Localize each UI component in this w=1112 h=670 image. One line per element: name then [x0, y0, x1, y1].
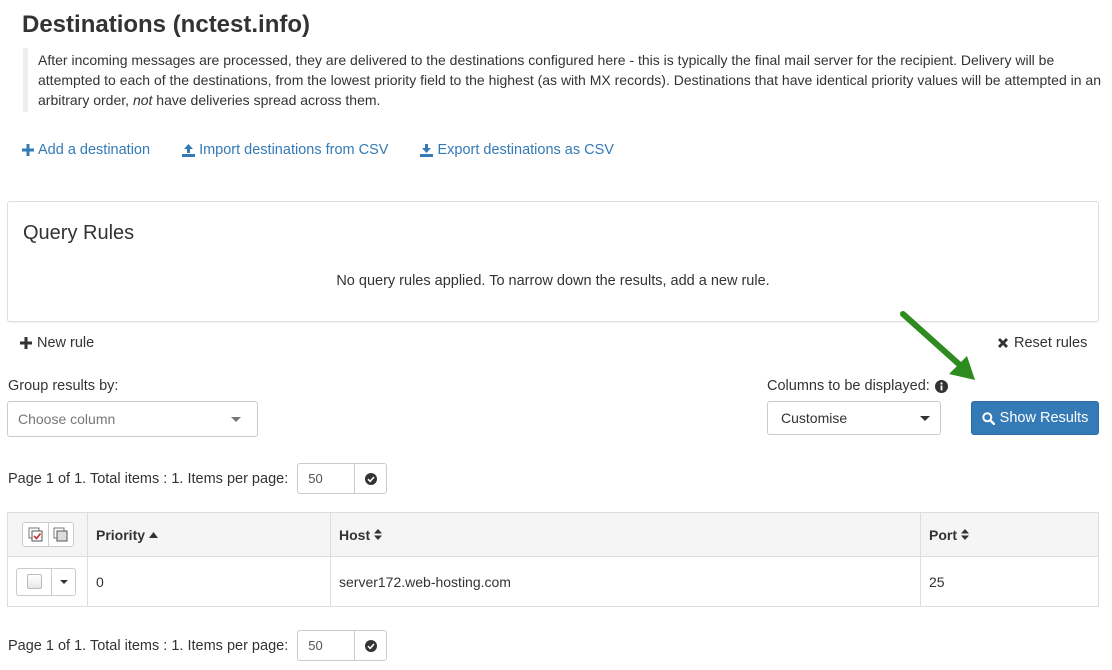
- columns-select[interactable]: Customise: [767, 401, 941, 435]
- cell-port: 25: [920, 556, 1099, 607]
- new-rule-button[interactable]: New rule: [20, 335, 94, 351]
- new-rule-label: New rule: [37, 335, 95, 351]
- export-csv-label: Export destinations as CSV: [437, 142, 614, 158]
- group-results-label: Group results by:: [8, 378, 119, 394]
- close-icon: [997, 337, 1009, 349]
- row-checkbox[interactable]: [17, 569, 51, 595]
- chevron-down-icon: [920, 415, 930, 421]
- pager-bottom: Page 1 of 1. Total items : 1. Items per …: [8, 630, 388, 661]
- annotation-arrow-icon: [900, 311, 975, 380]
- columns-displayed-label-wrap: Columns to be displayed:: [767, 378, 948, 394]
- destinations-table: Priority Host Port 0 server172.web-hosti…: [7, 512, 1099, 607]
- sort-icon: [961, 529, 969, 540]
- table-header-row: Priority Host Port: [7, 512, 1099, 557]
- row-select-control: [16, 567, 76, 596]
- intro-description: After incoming messages are processed, t…: [23, 48, 1101, 112]
- upload-icon: [182, 143, 196, 157]
- group-column-placeholder: Choose column: [18, 411, 116, 427]
- check-circle-icon: [364, 472, 377, 485]
- search-icon: [981, 411, 995, 425]
- cell-host: server172.web-hosting.com: [330, 556, 921, 607]
- column-header-port-label: Port: [929, 526, 957, 543]
- page-title: Destinations (nctest.info): [22, 11, 311, 38]
- items-per-page-apply-button[interactable]: [354, 630, 388, 661]
- intro-text-emphasis: not: [132, 92, 153, 108]
- intro-text-2: have deliveries spread across them.: [152, 92, 381, 108]
- show-results-button[interactable]: Show Results: [971, 401, 1099, 435]
- cell-priority: 0: [87, 556, 331, 607]
- column-header-port[interactable]: Port: [920, 512, 1099, 557]
- pager-top: Page 1 of 1. Total items : 1. Items per …: [8, 463, 388, 494]
- column-header-host-label: Host: [339, 526, 371, 543]
- reset-rules-label: Reset rules: [1014, 335, 1088, 351]
- column-header-host[interactable]: Host: [330, 512, 921, 557]
- query-rules-panel: Query Rules No query rules applied. To n…: [7, 201, 1099, 322]
- table-row: 0 server172.web-hosting.com 25: [7, 556, 1099, 607]
- columns-displayed-label: Columns to be displayed:: [767, 378, 930, 394]
- plus-icon: [20, 337, 32, 349]
- select-all-header: [7, 512, 88, 557]
- items-per-page-apply-button[interactable]: [354, 463, 388, 494]
- select-all-icon[interactable]: [23, 523, 48, 546]
- reset-rules-button[interactable]: Reset rules: [997, 335, 1087, 351]
- row-select-cell: [7, 556, 88, 607]
- select-none-icon[interactable]: [48, 523, 73, 546]
- check-circle-icon: [364, 639, 377, 652]
- bulk-select-group: [22, 522, 74, 547]
- items-per-page-input[interactable]: 50: [297, 463, 355, 494]
- download-icon: [420, 143, 434, 157]
- query-rules-title: Query Rules: [23, 222, 135, 244]
- add-destination-label: Add a destination: [38, 142, 151, 158]
- items-per-page-input[interactable]: 50: [297, 630, 355, 661]
- sort-icon: [374, 529, 383, 540]
- plus-icon: [22, 144, 34, 156]
- add-destination-link[interactable]: Add a destination: [22, 142, 150, 158]
- export-csv-link[interactable]: Export destinations as CSV: [420, 142, 614, 158]
- caret-down-icon: [59, 579, 68, 584]
- row-actions-dropdown[interactable]: [51, 568, 75, 595]
- query-rules-empty-message: No query rules applied. To narrow down t…: [336, 273, 770, 289]
- columns-select-value: Customise: [781, 410, 848, 426]
- column-header-priority-label: Priority: [96, 526, 146, 543]
- sort-ascending-icon: [149, 531, 159, 538]
- import-csv-link[interactable]: Import destinations from CSV: [182, 142, 388, 158]
- pager-summary: Page 1 of 1. Total items : 1. Items per …: [8, 470, 289, 487]
- column-header-priority[interactable]: Priority: [87, 512, 331, 557]
- group-column-select[interactable]: Choose column: [7, 401, 258, 437]
- pager-summary: Page 1 of 1. Total items : 1. Items per …: [8, 637, 289, 654]
- info-icon[interactable]: [934, 379, 948, 393]
- show-results-label: Show Results: [999, 410, 1089, 426]
- import-csv-label: Import destinations from CSV: [199, 142, 389, 158]
- chevron-down-icon: [231, 416, 241, 422]
- action-links: Add a destination Import destinations fr…: [22, 142, 614, 158]
